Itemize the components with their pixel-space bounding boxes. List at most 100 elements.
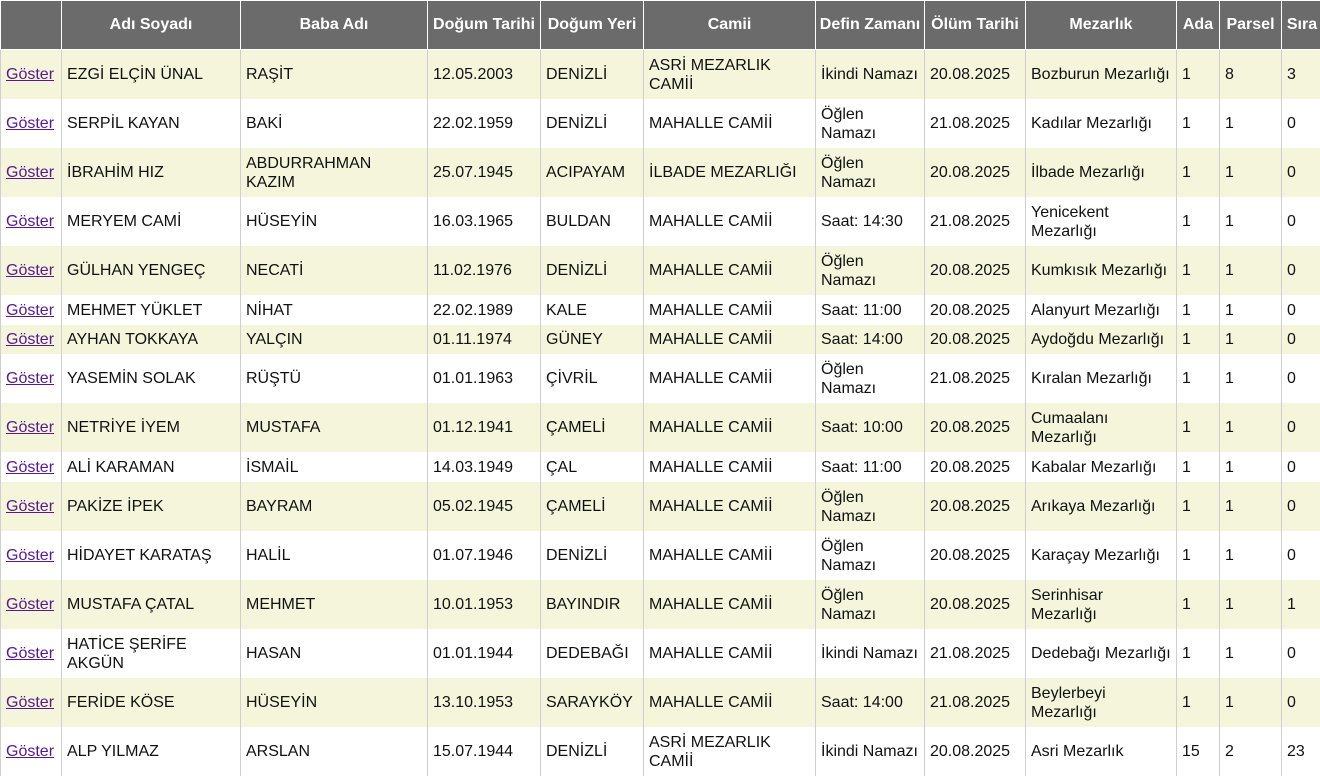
- cell-birth-date: 22.02.1959: [427, 99, 541, 148]
- cell-burial-time: Öğlen Namazı: [815, 482, 925, 531]
- cell-father-name: BAYRAM: [240, 482, 428, 531]
- cell-ada: 1: [1176, 295, 1220, 325]
- cell-burial-time: Saat: 14:30: [815, 197, 925, 246]
- show-link[interactable]: Göster: [6, 596, 54, 613]
- cell-birth-date: 14.03.1949: [427, 452, 541, 482]
- cell-action: Göster: [0, 482, 62, 531]
- cell-birth-date: 11.02.1976: [427, 246, 541, 295]
- cell-cemetery: Kabalar Mezarlığı: [1025, 452, 1177, 482]
- cell-birth-place: DENİZLİ: [540, 49, 644, 99]
- cell-father-name: HÜSEYİN: [240, 678, 428, 727]
- show-link[interactable]: Göster: [6, 164, 54, 181]
- table-row: Göster MEHMET YÜKLET NİHAT 22.02.1989 KALE MA…: [0, 295, 1320, 325]
- table-row: Göster SERPİL KAYAN BAKİ 22.02.1959 DENİZLİ M…: [0, 99, 1320, 148]
- cell-name: HİDAYET KARATAŞ: [61, 531, 241, 580]
- table-row: Göster MUSTAFA ÇATAL MEHMET 10.01.1953 BAYIN…: [0, 580, 1320, 629]
- cell-cemetery: Serinhisar Mezarlığı: [1025, 580, 1177, 629]
- cell-ada: 1: [1176, 148, 1220, 197]
- show-link[interactable]: Göster: [6, 694, 54, 711]
- show-link[interactable]: Göster: [6, 743, 54, 760]
- cell-death-date: 20.08.2025: [924, 325, 1026, 354]
- cell-sira: 0: [1281, 295, 1320, 325]
- cell-name: EZGİ ELÇİN ÜNAL: [61, 49, 241, 99]
- cell-ada: 15: [1176, 727, 1220, 776]
- cell-mosque: MAHALLE CAMİİ: [643, 531, 816, 580]
- show-link[interactable]: Göster: [6, 547, 54, 564]
- show-link[interactable]: Göster: [6, 213, 54, 230]
- cell-ada: 1: [1176, 354, 1220, 403]
- cell-name: YASEMİN SOLAK: [61, 354, 241, 403]
- cell-birth-date: 01.07.1946: [427, 531, 541, 580]
- show-link[interactable]: Göster: [6, 419, 54, 436]
- table-row: Göster FERİDE KÖSE HÜSEYİN 13.10.1953 SARAYK…: [0, 678, 1320, 727]
- cell-mosque: ASRİ MEZARLIK CAMİİ: [643, 727, 816, 776]
- cell-parsel: 1: [1219, 629, 1282, 678]
- burial-records-table: Adı Soyadı Baba Adı Doğum Tarihi Doğum Y…: [0, 0, 1320, 776]
- cell-father-name: MEHMET: [240, 580, 428, 629]
- cell-birth-date: 25.07.1945: [427, 148, 541, 197]
- show-link[interactable]: Göster: [6, 115, 54, 132]
- cell-birth-date: 05.02.1945: [427, 482, 541, 531]
- cell-action: Göster: [0, 580, 62, 629]
- cell-name: MERYEM CAMİ: [61, 197, 241, 246]
- show-link[interactable]: Göster: [6, 498, 54, 515]
- cell-action: Göster: [0, 99, 62, 148]
- cell-burial-time: İkindi Namazı: [815, 727, 925, 776]
- cell-birth-place: SARAYKÖY: [540, 678, 644, 727]
- cell-sira: 0: [1281, 531, 1320, 580]
- show-link[interactable]: Göster: [6, 645, 54, 662]
- cell-death-date: 20.08.2025: [924, 403, 1026, 452]
- cell-cemetery: Dedebağı Mezarlığı: [1025, 629, 1177, 678]
- cell-sira: 0: [1281, 452, 1320, 482]
- cell-burial-time: Saat: 14:00: [815, 325, 925, 354]
- header-row: Adı Soyadı Baba Adı Doğum Tarihi Doğum Y…: [0, 0, 1320, 50]
- cell-birth-date: 10.01.1953: [427, 580, 541, 629]
- cell-name: PAKİZE İPEK: [61, 482, 241, 531]
- cell-parsel: 1: [1219, 580, 1282, 629]
- cell-father-name: İSMAİL: [240, 452, 428, 482]
- show-link[interactable]: Göster: [6, 262, 54, 279]
- cell-name: İBRAHİM HIZ: [61, 148, 241, 197]
- cell-cemetery: Beylerbeyi Mezarlığı: [1025, 678, 1177, 727]
- cell-mosque: MAHALLE CAMİİ: [643, 354, 816, 403]
- cell-birth-place: ÇAL: [540, 452, 644, 482]
- cell-birth-date: 15.07.1944: [427, 727, 541, 776]
- table-row: Göster PAKİZE İPEK BAYRAM 05.02.1945 ÇAMELİ M…: [0, 482, 1320, 531]
- cell-death-date: 21.08.2025: [924, 629, 1026, 678]
- cell-burial-time: Saat: 11:00: [815, 295, 925, 325]
- cell-action: Göster: [0, 148, 62, 197]
- show-link[interactable]: Göster: [6, 66, 54, 83]
- cell-sira: 23: [1281, 727, 1320, 776]
- cell-burial-time: İkindi Namazı: [815, 629, 925, 678]
- cell-death-date: 20.08.2025: [924, 148, 1026, 197]
- cell-mosque: MAHALLE CAMİİ: [643, 246, 816, 295]
- header-father-name: Baba Adı: [240, 0, 428, 50]
- show-link[interactable]: Göster: [6, 331, 54, 348]
- cell-death-date: 20.08.2025: [924, 49, 1026, 99]
- show-link[interactable]: Göster: [6, 302, 54, 319]
- cell-death-date: 20.08.2025: [924, 727, 1026, 776]
- cell-father-name: HALİL: [240, 531, 428, 580]
- cell-mosque: MAHALLE CAMİİ: [643, 482, 816, 531]
- cell-action: Göster: [0, 354, 62, 403]
- cell-burial-time: Öğlen Namazı: [815, 99, 925, 148]
- cell-name: FERİDE KÖSE: [61, 678, 241, 727]
- cell-father-name: ABDURRAHMAN KAZIM: [240, 148, 428, 197]
- cell-parsel: 1: [1219, 482, 1282, 531]
- cell-mosque: MAHALLE CAMİİ: [643, 295, 816, 325]
- cell-mosque: İLBADE MEZARLIĞI: [643, 148, 816, 197]
- cell-sira: 1: [1281, 580, 1320, 629]
- cell-parsel: 1: [1219, 295, 1282, 325]
- header-cemetery: Mezarlık: [1025, 0, 1177, 50]
- cell-ada: 1: [1176, 629, 1220, 678]
- cell-mosque: MAHALLE CAMİİ: [643, 325, 816, 354]
- cell-birth-date: 22.02.1989: [427, 295, 541, 325]
- cell-burial-time: Öğlen Namazı: [815, 246, 925, 295]
- cell-sira: 0: [1281, 246, 1320, 295]
- cell-birth-place: ACIPAYAM: [540, 148, 644, 197]
- show-link[interactable]: Göster: [6, 370, 54, 387]
- cell-birth-place: ÇAMELİ: [540, 482, 644, 531]
- header-death-date: Ölüm Tarihi: [924, 0, 1026, 50]
- show-link[interactable]: Göster: [6, 459, 54, 476]
- cell-mosque: MAHALLE CAMİİ: [643, 403, 816, 452]
